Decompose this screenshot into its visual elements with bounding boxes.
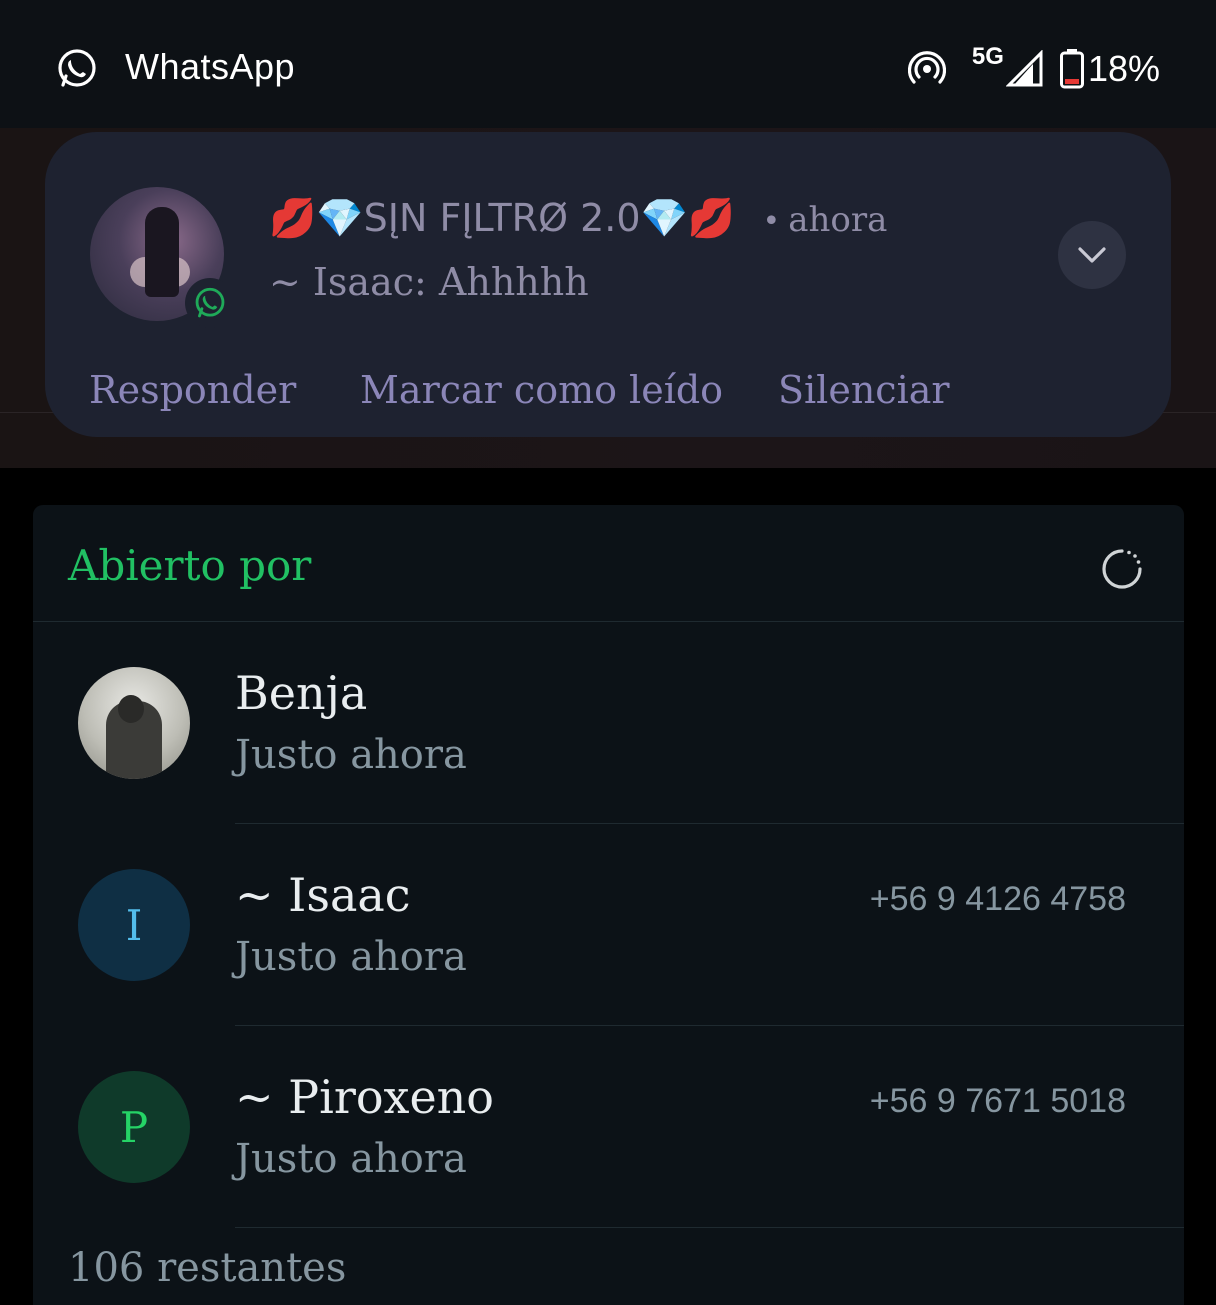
expand-button[interactable] (1058, 221, 1126, 289)
mark-as-read-button[interactable]: Marcar como leído (360, 368, 723, 412)
notification-message: ~ Isaac: Ahhhhh (269, 260, 589, 304)
reply-button[interactable]: Responder (89, 368, 296, 412)
opened-by-panel: Abierto por Benja Justo ahora I ~ Isaac … (33, 505, 1184, 1305)
viewer-name: ~ Isaac (235, 868, 411, 922)
status-indicators: 5G 18% (907, 42, 1160, 96)
group-name: 💋💎SĮN FĮLTRØ 2.0💎💋 (269, 196, 736, 240)
network-type: 5G (971, 43, 1004, 70)
notification-card[interactable]: 💋💎SĮN FĮLTRØ 2.0💎💋 • ahora ~ Isaac: Ahhhh… (45, 132, 1171, 437)
battery-icon (1059, 49, 1084, 89)
notification-title: 💋💎SĮN FĮLTRØ 2.0💎💋 • ahora (269, 192, 887, 241)
avatar: P (78, 1071, 190, 1183)
battery-percent: 18% (1087, 48, 1160, 89)
viewer-status: Justo ahora (235, 732, 467, 778)
loading-spinner-icon (1102, 549, 1142, 589)
avatar (78, 667, 190, 779)
hotspot-icon (907, 51, 946, 84)
viewer-name: ~ Piroxeno (235, 1070, 494, 1124)
row-divider (235, 1227, 1184, 1228)
signal-icon (1005, 50, 1043, 87)
viewer-phone: +56 9 7671 5018 (869, 1082, 1126, 1120)
panel-title: Abierto por (68, 541, 312, 590)
status-bar: WhatsApp 5G 18% (0, 0, 1216, 128)
viewer-status: Justo ahora (235, 934, 467, 980)
mute-button[interactable]: Silenciar (778, 368, 950, 412)
notification-time-wrap: • ahora (762, 200, 888, 240)
viewer-row[interactable]: I ~ Isaac Justo ahora +56 9 4126 4758 (33, 824, 1184, 1026)
viewer-row[interactable]: Benja Justo ahora (33, 622, 1184, 824)
viewer-name: Benja (235, 666, 368, 720)
remaining-count: 106 restantes (68, 1245, 347, 1291)
whatsapp-badge-icon (185, 278, 235, 328)
viewer-phone: +56 9 4126 4758 (869, 880, 1126, 918)
avatar: I (78, 869, 190, 981)
whatsapp-icon (58, 49, 96, 87)
chevron-down-icon (1078, 247, 1106, 263)
viewer-status: Justo ahora (235, 1136, 467, 1182)
app-name: WhatsApp (125, 46, 296, 87)
notification-time: ahora (788, 200, 888, 240)
viewer-row[interactable]: P ~ Piroxeno Justo ahora +56 9 7671 5018 (33, 1026, 1184, 1228)
